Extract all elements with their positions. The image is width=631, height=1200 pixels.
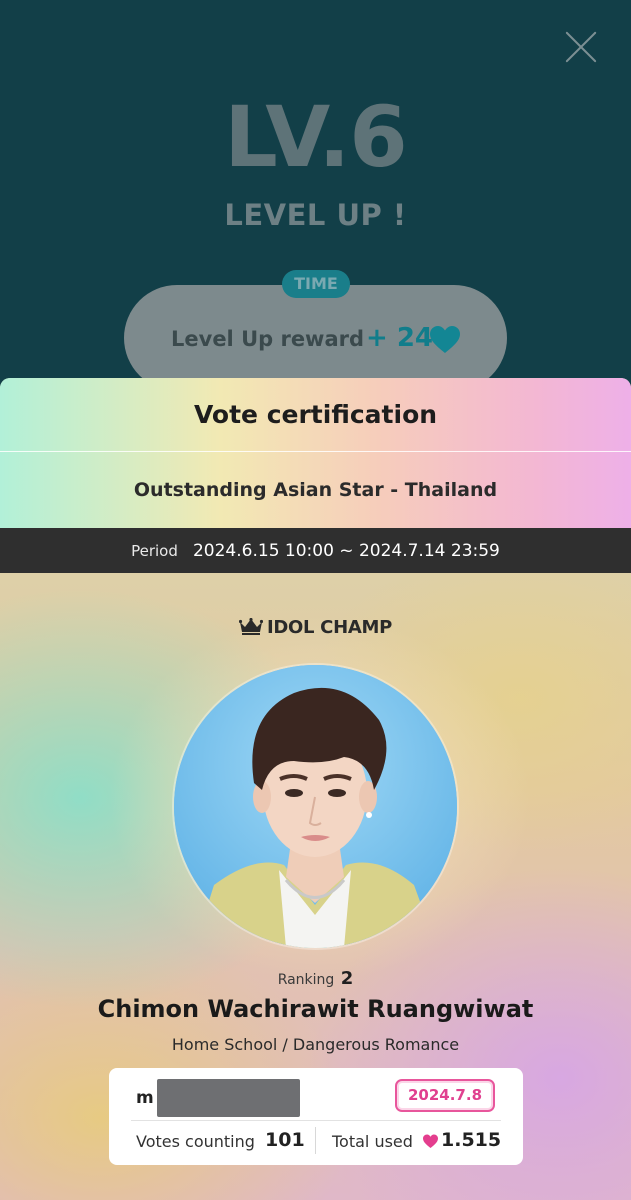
card-header: Vote certification Outstanding Asian Sta…	[0, 378, 631, 528]
idol-photo	[174, 665, 457, 948]
period-value: 2024.6.15 10:00 ~ 2024.7.14 23:59	[192, 541, 500, 561]
crown-icon	[239, 618, 263, 635]
stats-separator	[315, 1127, 316, 1154]
total-used-label: Total used	[332, 1132, 413, 1151]
brand-logo: IDOL CHAMP	[0, 617, 631, 638]
vote-certification-card: Vote certification Outstanding Asian Sta…	[0, 378, 631, 1200]
total-used-value: 1.515	[441, 1129, 502, 1151]
user-id: m	[136, 1088, 154, 1108]
heart-icon	[430, 326, 460, 353]
ranking: Ranking 2	[0, 968, 631, 989]
idol-portrait-image	[174, 665, 457, 948]
reward-amount: + 24	[366, 323, 434, 353]
time-badge: TIME	[282, 270, 350, 298]
period-bar: Period 2024.6.15 10:00 ~ 2024.7.14 23:59	[0, 528, 631, 573]
ranking-label: Ranking	[277, 972, 335, 988]
period-label: Period	[131, 542, 178, 560]
level-title: LV.6	[224, 88, 408, 186]
close-icon[interactable]	[562, 28, 600, 66]
level-up-text: LEVEL UP !	[224, 198, 407, 232]
ranking-value: 2	[340, 968, 354, 989]
award-title: Outstanding Asian Star - Thailand	[133, 479, 498, 501]
card-title: Vote certification	[193, 400, 438, 429]
reward-label: Level Up reward	[171, 327, 365, 351]
vote-stats-box: m 2024.7.8 Votes counting 101 Total used…	[109, 1068, 523, 1165]
idol-name: Chimon Wachirawit Ruangwiwat	[97, 995, 534, 1023]
brand-name: IDOL CHAMP	[267, 617, 392, 638]
vote-date-badge: 2024.7.8	[395, 1079, 495, 1112]
redacted-username	[157, 1079, 300, 1117]
votes-counting-value: 101	[265, 1129, 305, 1151]
stats-divider	[131, 1120, 501, 1121]
votes-counting-label: Votes counting	[136, 1132, 255, 1151]
idol-works: Home School / Dangerous Romance	[171, 1035, 460, 1054]
heart-icon	[423, 1134, 438, 1148]
